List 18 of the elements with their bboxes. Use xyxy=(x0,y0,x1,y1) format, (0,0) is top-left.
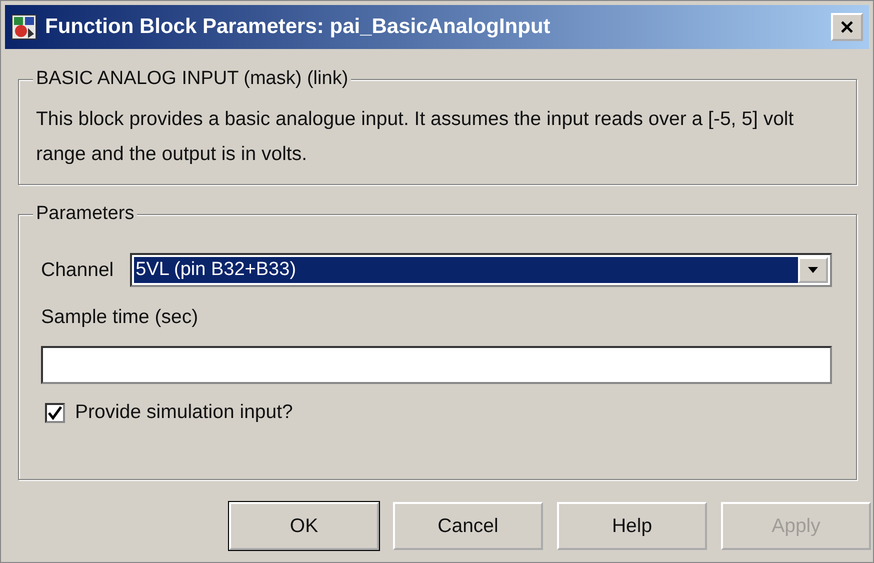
sample-time-label: Sample time (sec) xyxy=(41,306,200,329)
block-diagram-icon xyxy=(11,14,37,40)
dialog-button[interactable]: OK xyxy=(229,502,379,550)
description-text: This block provides a basic analogue input. It assumes the input reads over a [-5, 5] volt range and the output is in volts. xyxy=(36,107,795,167)
channel-dropdown[interactable]: 5VL (pin B32+B33) xyxy=(130,253,832,287)
dialog-button[interactable]: Help xyxy=(557,502,707,550)
group-legend: BASIC ANALOG INPUT (mask) (link) xyxy=(33,68,352,90)
dialog-button[interactable]: Cancel xyxy=(393,502,543,550)
sample-time-field[interactable] xyxy=(41,346,832,384)
close-button[interactable] xyxy=(831,13,863,41)
dropdown-value: 5VL (pin B32+B33) xyxy=(134,257,798,283)
checkbox[interactable] xyxy=(45,402,65,422)
window-title: Function Block Parameters: pai_BasicAnalogInput xyxy=(45,15,552,39)
close-icon xyxy=(839,20,855,34)
caret-icon xyxy=(807,266,819,274)
dropdown-arrow-button[interactable] xyxy=(798,257,828,283)
checkbox-label: Provide simulation input? xyxy=(75,401,293,424)
channel-label: Channel xyxy=(41,258,114,282)
